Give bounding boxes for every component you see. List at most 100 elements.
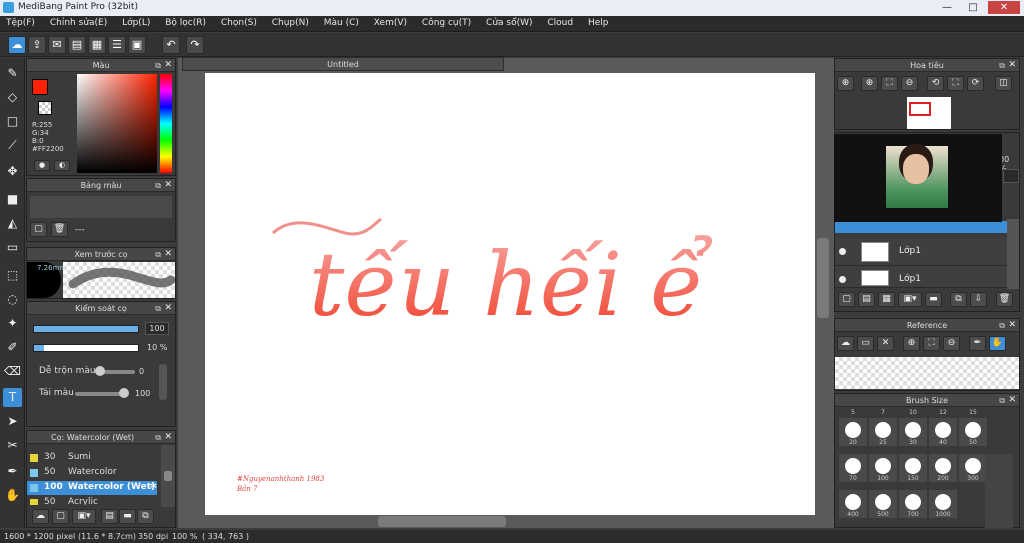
- open-folder-icon[interactable]: ▭: [857, 336, 874, 351]
- duplicate-icon[interactable]: ⧉: [137, 509, 154, 524]
- text-tool-icon[interactable]: T: [3, 388, 22, 407]
- zoom-in-icon[interactable]: ⊕: [837, 76, 854, 91]
- upload-icon[interactable]: ⇪: [28, 36, 46, 54]
- add-layer-menu-icon[interactable]: ▣▾: [898, 292, 922, 307]
- saturation-value-picker[interactable]: [77, 74, 157, 173]
- brush-new-icon[interactable]: ▢: [52, 509, 69, 524]
- blend-slider-knob[interactable]: [95, 366, 105, 376]
- brush-size-option[interactable]: 150: [899, 454, 927, 482]
- maximize-button[interactable]: □: [962, 1, 984, 14]
- brush-size-option[interactable]: 500: [869, 490, 897, 518]
- eye-icon[interactable]: [839, 276, 846, 283]
- brush-list-scrollbar[interactable]: [161, 445, 175, 507]
- menu-help[interactable]: Help: [582, 16, 615, 28]
- hand-tool-icon[interactable]: ✋: [3, 486, 22, 505]
- line-tool-icon[interactable]: ⟋: [3, 136, 22, 155]
- redo-icon[interactable]: ↷: [186, 36, 204, 54]
- canvas-paper[interactable]: tếu hếi ể #Nguyenanhthanh 1983 Bản 7: [205, 73, 815, 515]
- brush-tool-icon[interactable]: ✎: [3, 64, 22, 83]
- resample-slider-track[interactable]: [75, 392, 125, 396]
- menu-view[interactable]: Xem(V): [368, 16, 413, 28]
- duplicate-layer-icon[interactable]: ⧉: [950, 292, 967, 307]
- close-icon[interactable]: ✕: [1008, 319, 1016, 332]
- folder-icon[interactable]: ▬: [119, 509, 136, 524]
- brush-size-value[interactable]: 100: [145, 322, 169, 335]
- popout-icon[interactable]: ⧉: [155, 302, 161, 315]
- fit-icon[interactable]: ⛶: [923, 336, 940, 351]
- close-icon[interactable]: ✕: [877, 336, 894, 351]
- navigator-thumbnail[interactable]: [907, 97, 951, 129]
- magic-wand-icon[interactable]: ✦: [3, 314, 22, 333]
- vertical-scrollbar[interactable]: [817, 238, 829, 318]
- close-icon[interactable]: ✕: [164, 59, 172, 72]
- menu-layer[interactable]: Lớp(L): [116, 16, 156, 28]
- hand-icon[interactable]: ✋: [989, 336, 1006, 351]
- eraser-tool-icon[interactable]: ◇: [3, 88, 22, 107]
- brush-item-sumi[interactable]: 30 Sumi: [27, 451, 157, 465]
- brush-size-option[interactable]: 40: [929, 418, 957, 446]
- zoom-in-icon[interactable]: ⊕: [861, 76, 878, 91]
- menu-window[interactable]: Cửa sổ(W): [480, 16, 538, 28]
- menu-edit[interactable]: Chỉnh sửa(E): [44, 16, 113, 28]
- zoom-out-icon[interactable]: ⊖: [943, 336, 960, 351]
- close-icon[interactable]: ✕: [164, 302, 172, 315]
- gradient-tool-icon[interactable]: ▭: [3, 238, 22, 257]
- popout-icon[interactable]: ⧉: [999, 319, 1005, 332]
- color-mode-icon[interactable]: ●: [34, 160, 50, 171]
- close-icon[interactable]: ✕: [164, 248, 172, 261]
- lasso-tool-icon[interactable]: ◌: [3, 290, 22, 309]
- new-8bit-layer-icon[interactable]: ▦: [878, 292, 895, 307]
- brush-item-watercolor-wet[interactable]: 100 Watercolor (Wet) ✲: [27, 481, 157, 495]
- close-button[interactable]: ✕: [988, 1, 1020, 14]
- brush-item-watercolor[interactable]: 50 Watercolor: [27, 466, 157, 480]
- menu-select[interactable]: Chọn(S): [215, 16, 263, 28]
- eyedropper-icon[interactable]: ✒: [969, 336, 986, 351]
- popout-icon[interactable]: ⧉: [999, 59, 1005, 72]
- layer-row[interactable]: Lớp1: [835, 238, 1007, 266]
- grid-icon[interactable]: ▣: [128, 36, 146, 54]
- brush-item-acrylic[interactable]: 50 Acrylic: [27, 496, 157, 505]
- select-pen-icon[interactable]: ✐: [3, 338, 22, 357]
- brush-add-icon[interactable]: ▣▾: [72, 509, 96, 524]
- delete-layer-icon[interactable]: 🗑: [996, 292, 1013, 307]
- close-icon[interactable]: ✕: [164, 431, 172, 444]
- flip-icon[interactable]: ◫: [995, 76, 1012, 91]
- menu-file[interactable]: Tệp(F): [0, 16, 41, 28]
- divide-tool-icon[interactable]: ✂: [3, 436, 22, 455]
- brush-size-option[interactable]: 700: [899, 490, 927, 518]
- document-icon[interactable]: ▦: [88, 36, 106, 54]
- horizontal-scrollbar[interactable]: [378, 516, 506, 527]
- blend-mode-dropdown[interactable]: [1003, 169, 1019, 183]
- brush-size-option[interactable]: 100: [869, 454, 897, 482]
- undo-icon[interactable]: ↶: [162, 36, 180, 54]
- rotate-right-icon[interactable]: ⟳: [967, 76, 984, 91]
- brush-size-slider[interactable]: [33, 325, 139, 333]
- menu-color[interactable]: Màu (C): [318, 16, 365, 28]
- menu-tools[interactable]: Công cụ(T): [416, 16, 477, 28]
- brush-size-option[interactable]: 30: [899, 418, 927, 446]
- page-icon[interactable]: ▤: [68, 36, 86, 54]
- hue-slider[interactable]: [160, 74, 172, 173]
- scrollbar[interactable]: [159, 364, 167, 400]
- cloud-icon[interactable]: ☁: [837, 336, 854, 351]
- menu-cloud[interactable]: Cloud: [541, 16, 579, 28]
- dot-tool-icon[interactable]: □: [3, 112, 22, 131]
- folder-icon[interactable]: ▬: [925, 292, 942, 307]
- brush-size-option[interactable]: 300: [959, 454, 987, 482]
- brush-size-option[interactable]: 1000: [929, 490, 957, 518]
- close-icon[interactable]: ✕: [164, 179, 172, 192]
- brush-size-option[interactable]: 70: [839, 454, 867, 482]
- zoom-in-icon[interactable]: ⊕: [903, 336, 920, 351]
- bucket-tool-icon[interactable]: ◭: [3, 214, 22, 233]
- brush-size-option[interactable]: 200: [929, 454, 957, 482]
- eye-icon[interactable]: [839, 248, 846, 255]
- fill-rect-tool-icon[interactable]: ■: [3, 190, 22, 209]
- new-layer-icon[interactable]: ▢: [838, 292, 855, 307]
- reference-image-area[interactable]: [835, 357, 1019, 389]
- resample-slider-knob[interactable]: [119, 388, 129, 398]
- rotate-left-icon[interactable]: ⟲: [927, 76, 944, 91]
- brush-cloud-icon[interactable]: ☁: [32, 509, 49, 524]
- brush-settings-icon[interactable]: ▤: [101, 509, 118, 524]
- palette-swatch-area[interactable]: [30, 196, 172, 218]
- brush-opacity-slider[interactable]: [33, 344, 139, 352]
